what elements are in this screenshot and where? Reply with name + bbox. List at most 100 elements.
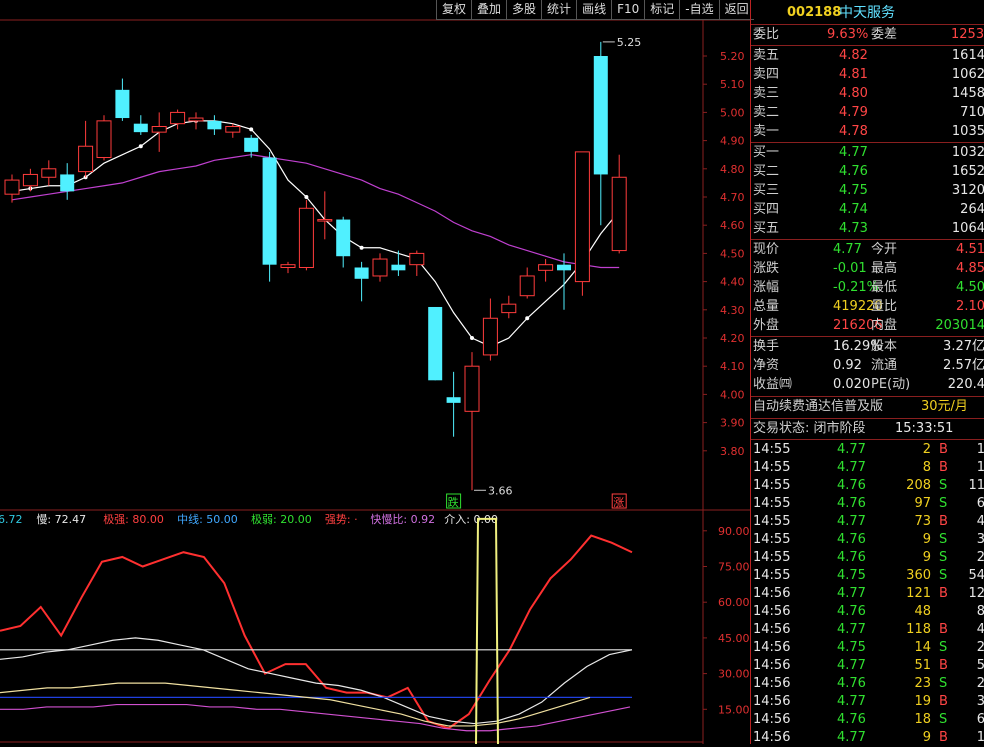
bid-level-2: 买二 4.76 1652 — [751, 163, 984, 181]
tick-direction: S — [939, 478, 948, 493]
bid-label: 买三 — [753, 183, 780, 198]
candle-up — [317, 219, 333, 222]
tick-volume: 8 — [922, 460, 931, 475]
tick-price: 4.77 — [837, 730, 866, 745]
ask-volume: 1062 — [951, 67, 984, 82]
indicator-series — [0, 703, 631, 732]
tick-count: 11 — [968, 478, 984, 493]
candle-down — [446, 397, 461, 403]
price-tick-label: 4.20 — [720, 332, 745, 345]
candle-down — [593, 56, 608, 175]
tick-price: 4.76 — [837, 478, 866, 493]
tick-direction: S — [939, 640, 948, 655]
price-tick-label: 5.10 — [720, 78, 745, 91]
tick-count: 1 — [976, 730, 984, 745]
quote-label: 现价 — [753, 242, 780, 257]
bid-label: 买二 — [753, 164, 780, 179]
promo-row[interactable]: 自动续费通达信普及版 30元/月 — [751, 398, 984, 416]
bid-label: 买五 — [753, 221, 780, 236]
quote-label: 最低 — [871, 280, 898, 295]
tick-direction: S — [939, 676, 948, 691]
bid-level-1: 买一 4.77 1032 — [751, 144, 984, 162]
tick-volume: 9 — [922, 532, 931, 547]
price-tick-label: 4.00 — [720, 388, 745, 401]
ask-level-2: 卖二 4.79 710 — [751, 104, 984, 122]
indicator-tick-label: 60.00 — [718, 596, 750, 609]
ma-point — [525, 316, 530, 321]
fin-row-1: 净资 0.92 流通 2.57亿 — [751, 357, 984, 375]
tick-row: 14:55 4.77 2 B 1 — [751, 441, 984, 459]
tick-price: 4.76 — [837, 604, 866, 619]
candle-down — [207, 120, 222, 130]
kline-chart-area[interactable]: 5.20 5.10 5.00 4.90 4.80 4.70 4.60 4.50 4.40 4.30… — [0, 0, 750, 744]
toolbar-button-3[interactable]: 统计 — [541, 0, 577, 20]
bid-price: 4.73 — [839, 221, 868, 236]
toolbar-button-6[interactable]: 标记 — [644, 0, 680, 20]
stock-name[interactable]: 中天服务 — [839, 4, 895, 22]
ask-level-3: 卖三 4.80 1458 — [751, 85, 984, 103]
tick-price: 4.75 — [837, 640, 866, 655]
tick-time: 14:56 — [753, 712, 791, 727]
chart-toolbar: 复权 叠加 多股 统计 画线 F10 标记 -自选 返回 — [436, 0, 754, 20]
toolbar-button-5[interactable]: F10 — [611, 0, 645, 20]
tick-price: 4.77 — [837, 460, 866, 475]
price-tick-label: 4.60 — [720, 219, 745, 232]
candle-down — [115, 89, 130, 119]
quote-label: 涨跌 — [753, 261, 780, 276]
tick-row: 14:56 4.77 121 B 12 — [751, 585, 984, 603]
quote-value: 4.85 — [956, 261, 984, 276]
tick-volume: 360 — [906, 568, 931, 583]
tick-volume: 97 — [914, 496, 931, 511]
price-tick-label: 3.80 — [720, 445, 745, 458]
tick-row: 14:56 4.77 51 B 5 — [751, 657, 984, 675]
ask-label: 卖一 — [753, 124, 780, 139]
toolbar-button-0[interactable]: 复权 — [436, 0, 472, 20]
fin-value: 220.4 — [947, 377, 984, 392]
tick-count: 5 — [976, 658, 984, 673]
price-tick-label: 4.80 — [720, 163, 745, 176]
tick-time: 14:55 — [753, 478, 791, 493]
toolbar-button-2[interactable]: 多股 — [506, 0, 542, 20]
tick-direction: S — [939, 532, 948, 547]
quote-value: 2.10 — [956, 299, 984, 314]
quote-label: 最高 — [871, 261, 898, 276]
tick-direction: B — [939, 442, 948, 457]
toolbar-button-1[interactable]: 叠加 — [471, 0, 507, 20]
bid-level-4: 买四 4.74 264 — [751, 201, 984, 219]
toolbar-button-7[interactable]: -自选 — [679, 0, 719, 20]
candle-down — [262, 157, 277, 265]
indicator-legend-item: 强势: · — [325, 513, 358, 526]
ma-point — [470, 336, 474, 340]
bid-price: 4.76 — [839, 164, 868, 179]
tick-volume: 51 — [914, 658, 931, 673]
quote-panel: 002188 中天服务 委比 9.63% 委差 1253 卖五 4.82 1614 卖… — [750, 0, 984, 745]
toolbar-button-4[interactable]: 画线 — [576, 0, 612, 20]
indicator-tick-label: 75.00 — [718, 561, 750, 574]
tick-row: 14:55 4.75 360 S 54 — [751, 567, 984, 585]
extreme-label: 5.25 — [617, 36, 642, 49]
price-tick-label: 4.50 — [720, 247, 745, 260]
quote-value: 4.51 — [956, 242, 984, 257]
bid-level-5: 买五 4.73 1064 — [751, 220, 984, 238]
tick-price: 4.76 — [837, 532, 866, 547]
candle-up — [298, 207, 314, 268]
candle-up — [464, 365, 480, 412]
bid-volume: 1032 — [951, 145, 984, 160]
tick-count: 1 — [976, 460, 984, 475]
quote-label: 涨幅 — [753, 280, 780, 295]
tick-count: 6 — [976, 712, 984, 727]
bid-volume: 1064 — [951, 221, 984, 236]
candle-up — [170, 111, 186, 125]
tick-volume: 73 — [914, 514, 931, 529]
signal-marker: 涨 — [613, 496, 624, 509]
indicator-legend-item: 极强: 80.00 — [103, 512, 164, 526]
quote-value: 4.77 — [833, 242, 862, 257]
tick-count: 4 — [976, 514, 984, 529]
toolbar-button-8[interactable]: 返回 — [718, 0, 754, 20]
tick-row: 14:56 4.76 48 8 — [751, 603, 984, 621]
tick-time: 14:56 — [753, 676, 791, 691]
tick-count: 2 — [976, 640, 984, 655]
tick-count: 2 — [976, 550, 984, 565]
promo-price: 30元/月 — [921, 399, 968, 414]
price-tick-label: 4.90 — [720, 135, 745, 148]
